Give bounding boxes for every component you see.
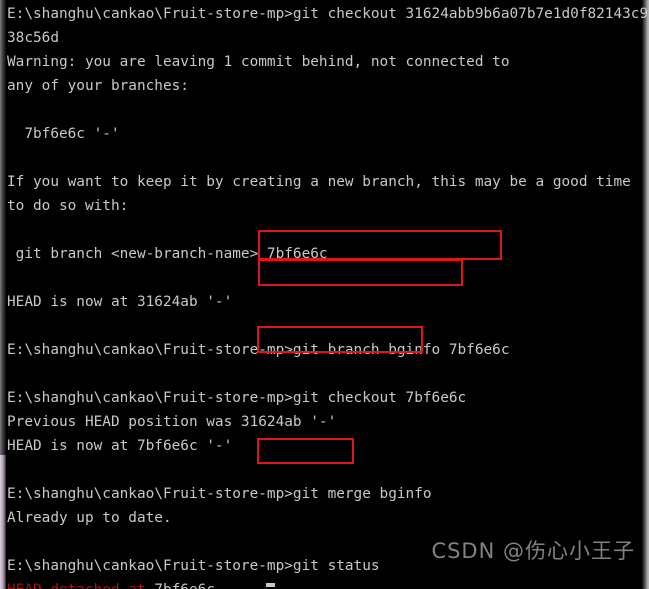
terminal-line: Previous HEAD position was 31624ab '-' xyxy=(7,414,337,430)
terminal-line: to do so with: xyxy=(7,198,129,214)
terminal-line: HEAD is now at 31624ab '-' xyxy=(7,294,233,310)
terminal-line: Already up to date. xyxy=(7,510,172,526)
window-right-edge xyxy=(642,0,649,589)
text-cursor xyxy=(266,583,275,587)
terminal-line: 7bf6e6c '-' xyxy=(7,126,120,142)
terminal-line: any of your branches: xyxy=(7,78,189,94)
window-left-edge-lower xyxy=(0,455,6,589)
terminal-output[interactable]: E:\shanghu\cankao\Fruit-store-mp>git che… xyxy=(7,2,649,589)
terminal-line: E:\shanghu\cankao\Fruit-store-mp>git bra… xyxy=(7,342,510,358)
commit-hash-text: 7bf6e6c xyxy=(146,582,215,589)
terminal-line: HEAD detached at 7bf6e6c xyxy=(7,578,639,589)
watermark: CSDN @伤心小王子 xyxy=(431,539,635,563)
terminal-line: If you want to keep it by creating a new… xyxy=(7,174,631,190)
terminal-line: E:\shanghu\cankao\Fruit-store-mp>git che… xyxy=(7,6,649,22)
console-window[interactable]: E:\shanghu\cankao\Fruit-store-mp>git che… xyxy=(0,0,649,589)
terminal-line: E:\shanghu\cankao\Fruit-store-mp>git mer… xyxy=(7,486,432,502)
terminal-line: HEAD is now at 7bf6e6c '-' xyxy=(7,438,233,454)
terminal-line: git branch <new-branch-name> 7bf6e6c xyxy=(7,246,328,262)
terminal-line: Warning: you are leaving 1 commit behind… xyxy=(7,54,510,70)
terminal-line: 38c56d xyxy=(7,30,59,46)
terminal-line: E:\shanghu\cankao\Fruit-store-mp>git che… xyxy=(7,390,467,406)
error-text: HEAD detached at xyxy=(7,582,146,589)
